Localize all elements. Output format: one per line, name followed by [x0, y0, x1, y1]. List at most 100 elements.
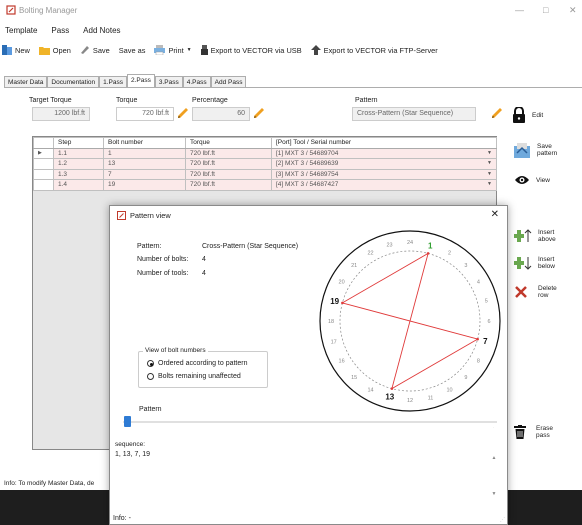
table-row[interactable]: 1.2 13 720 lbf.ft [2] MXT 3 / 54689639 ▼	[33, 158, 497, 170]
bolt-cell[interactable]: 1	[103, 147, 186, 159]
bolt-number-23: 23	[386, 243, 392, 249]
tool-dropdown-icon[interactable]: ▼	[487, 181, 492, 187]
toolbar: New Open Save Save as Print ▼ Export to …	[2, 45, 438, 55]
step-cell[interactable]: 1.4	[53, 179, 104, 191]
bolt-number-20: 20	[339, 280, 345, 286]
insert-above-button[interactable]: Insert above	[514, 228, 558, 244]
target-torque-label: Target Torque	[29, 97, 72, 104]
dialog-bolts-label: Number of bolts:	[137, 256, 189, 263]
torque-cell[interactable]: 720 lbf.ft	[185, 168, 272, 180]
save-pattern-button[interactable]: Save pattern	[513, 141, 559, 159]
minimize-button[interactable]: —	[515, 5, 524, 15]
tab-3-pass[interactable]: 3.Pass	[154, 76, 183, 87]
col-header-torque[interactable]: Torque	[185, 137, 272, 149]
bolt-cell[interactable]: 13	[103, 158, 186, 170]
save-button[interactable]: Save	[80, 45, 110, 55]
bolt-number-2: 2	[448, 251, 451, 257]
table-row[interactable]: ▶ 1.1 1 720 lbf.ft [1] MXT 3 / 54689704 ▼	[33, 147, 497, 159]
scroll-down-arrow-icon[interactable]: ▼	[490, 491, 498, 497]
resize-grip-icon[interactable]: ⋰	[500, 517, 505, 523]
bolt-number-17: 17	[331, 339, 337, 345]
torque-cell[interactable]: 720 lbf.ft	[185, 179, 272, 191]
menu-add-notes[interactable]: Add Notes	[83, 26, 120, 35]
delete-row-button[interactable]: Delete row	[514, 285, 562, 299]
edit-button[interactable]: Edit	[512, 107, 543, 123]
export-usb-button[interactable]: Export to VECTOR via USB	[200, 45, 302, 55]
save-label: Save	[92, 45, 110, 55]
tool-dropdown-icon[interactable]: ▼	[487, 160, 492, 166]
tool-cell[interactable]: [1] MXT 3 / 54689704 ▼	[271, 147, 497, 159]
radio-ordered[interactable]: Ordered according to pattern	[147, 360, 248, 367]
menu-pass[interactable]: Pass	[51, 26, 69, 35]
bolt-cell[interactable]: 7	[103, 168, 186, 180]
step-cell[interactable]: 1.2	[53, 158, 104, 170]
tool-cell[interactable]: [4] MXT 3 / 54687427 ▼	[271, 179, 497, 191]
save-as-button[interactable]: Save as	[119, 46, 146, 55]
dialog-bolts-value: 4	[202, 256, 206, 263]
col-header-bolt[interactable]: Bolt number	[103, 137, 186, 149]
view-group-legend: View of bolt numbers	[143, 347, 208, 354]
export-ftp-button[interactable]: Export to VECTOR via FTP-Server	[310, 45, 438, 55]
percentage-edit-pencil-icon[interactable]	[253, 107, 265, 119]
folder-icon	[38, 47, 50, 55]
percentage-label: Percentage	[192, 97, 228, 104]
torque-edit-pencil-icon[interactable]	[177, 107, 189, 119]
pattern-slider-track[interactable]	[123, 416, 497, 427]
tool-dropdown-icon[interactable]: ▼	[487, 171, 492, 177]
col-header-step[interactable]: Step	[53, 137, 104, 149]
percentage-field[interactable]: 60	[192, 107, 250, 121]
tool-cell[interactable]: [2] MXT 3 / 54689639 ▼	[271, 158, 497, 170]
scroll-up-arrow-icon[interactable]: ▲	[490, 455, 498, 461]
dialog-close-button[interactable]: ✕	[491, 209, 499, 220]
save-pattern-icon	[514, 143, 530, 158]
torque-cell[interactable]: 720 lbf.ft	[185, 147, 272, 159]
dialog-pattern-value: Cross-Pattern (Star Sequence)	[202, 243, 299, 250]
bolt-number-10: 10	[446, 387, 452, 393]
pattern-slider-thumb[interactable]	[124, 416, 131, 427]
new-button[interactable]: New	[2, 45, 30, 55]
tab-strip: Master Data Documentation 1.Pass 2.Pass …	[4, 74, 247, 87]
target-torque-field[interactable]: 1200 lbf.ft	[32, 107, 90, 121]
delete-row-label: Delete row	[538, 285, 557, 299]
torque-cell[interactable]: 720 lbf.ft	[185, 158, 272, 170]
open-button[interactable]: Open	[38, 45, 71, 55]
tab-1-pass[interactable]: 1.Pass	[99, 76, 128, 87]
delete-x-icon	[515, 286, 527, 298]
erase-pass-button[interactable]: Erase pass	[514, 425, 556, 439]
radio-unaffected-indicator	[147, 373, 154, 380]
bolt-cell[interactable]: 19	[103, 179, 186, 191]
close-button[interactable]: ✕	[569, 5, 577, 16]
col-header-tool[interactable]: [Port] Tool / Serial number	[271, 137, 497, 149]
table-row[interactable]: 1.3 7 720 lbf.ft [3] MXT 3 / 54689754 ▼	[33, 168, 497, 180]
step-cell[interactable]: 1.3	[53, 168, 104, 180]
open-label: Open	[52, 45, 71, 55]
insert-below-button[interactable]: Insert below	[514, 255, 558, 271]
tab-2-pass[interactable]: 2.Pass	[127, 74, 155, 87]
table-row[interactable]: 1.4 19 720 lbf.ft [4] MXT 3 / 54687427 ▼	[33, 179, 497, 191]
tab-add-pass[interactable]: Add Pass	[210, 76, 247, 87]
step-cell[interactable]: 1.1	[53, 147, 104, 159]
pattern-edit-pencil-icon[interactable]	[491, 107, 503, 119]
upload-icon	[310, 45, 321, 55]
bolt-number-22: 22	[367, 251, 373, 257]
view-button[interactable]: View	[514, 174, 550, 186]
menu-template[interactable]: Template	[5, 26, 37, 35]
radio-ordered-indicator	[147, 360, 154, 367]
tab-4-pass[interactable]: 4.Pass	[182, 76, 211, 87]
bolt-marker-13	[390, 387, 394, 390]
tab-master-data[interactable]: Master Data	[4, 76, 48, 87]
print-dropdown-icon[interactable]: ▼	[187, 47, 192, 53]
tab-documentation[interactable]: Documentation	[47, 76, 100, 87]
torque-field[interactable]: 720 lbf.ft	[116, 107, 174, 121]
tool-cell[interactable]: [3] MXT 3 / 54689754 ▼	[271, 168, 497, 180]
bolt-number-18: 18	[328, 319, 334, 325]
row-header-corner	[33, 137, 54, 149]
radio-unaffected[interactable]: Bolts remaining unaffected	[147, 373, 241, 380]
maximize-button[interactable]: □	[543, 5, 548, 15]
sequence-textbox[interactable]: sequence: 1, 13, 7, 19 ▲ ▼	[115, 441, 498, 503]
print-button[interactable]: Print ▼	[154, 45, 192, 55]
tool-dropdown-icon[interactable]: ▼	[487, 150, 492, 156]
bolt-number-15: 15	[351, 375, 357, 381]
pattern-field[interactable]: Cross-Pattern (Star Sequence)	[352, 107, 476, 121]
sequence-scrollbar[interactable]: ▲ ▼	[490, 441, 498, 503]
